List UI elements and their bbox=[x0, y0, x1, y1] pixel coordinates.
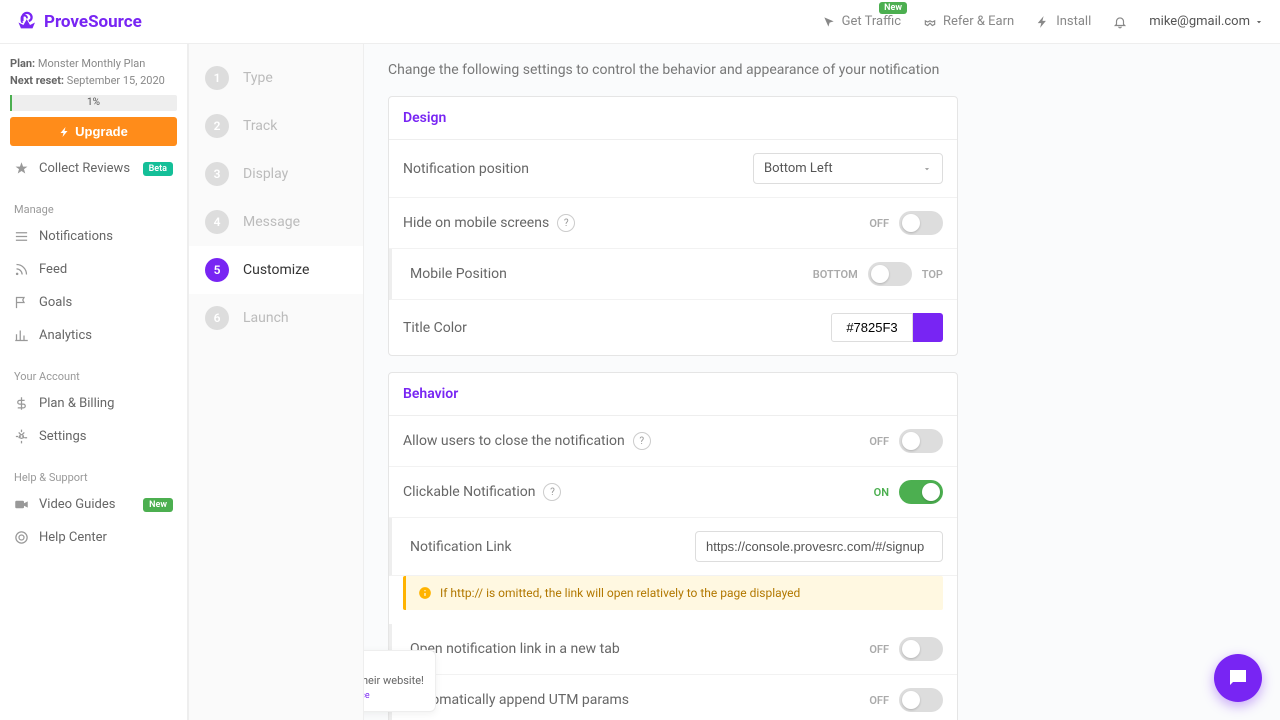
sidebar-item-help-center[interactable]: Help Center bbox=[6, 521, 181, 554]
cursor-icon bbox=[822, 15, 836, 29]
hide-mobile-toggle[interactable] bbox=[899, 211, 943, 235]
link-label: Notification Link bbox=[410, 539, 512, 555]
sidebar-item-collect-reviews[interactable]: Collect Reviews Beta bbox=[6, 152, 181, 185]
sidebar-section-help: Help & Support bbox=[6, 467, 181, 488]
plan-info: Plan: Monster Monthly Plan Next reset: S… bbox=[10, 56, 177, 89]
sidebar-item-video-guides[interactable]: Video Guides New bbox=[6, 488, 181, 521]
refer-earn-link[interactable]: Refer & Earn bbox=[923, 14, 1014, 29]
info-icon bbox=[418, 586, 432, 600]
install-link[interactable]: Install bbox=[1036, 14, 1091, 29]
sidebar-item-notifications[interactable]: Notifications bbox=[6, 220, 181, 253]
sidebar-item-billing[interactable]: Plan & Billing bbox=[6, 387, 181, 420]
brand-name: ProveSource bbox=[44, 12, 142, 32]
page-intro: Change the following settings to control… bbox=[388, 62, 958, 78]
newtab-toggle[interactable] bbox=[899, 637, 943, 661]
dollar-icon bbox=[14, 396, 29, 411]
new-badge: New bbox=[143, 498, 173, 512]
step-launch[interactable]: 6Launch bbox=[189, 294, 363, 342]
step-track[interactable]: 2Track bbox=[189, 102, 363, 150]
hide-mobile-label: Hide on mobile screens bbox=[403, 215, 549, 231]
position-label: Notification position bbox=[403, 161, 529, 177]
allow-close-toggle[interactable] bbox=[899, 429, 943, 453]
allow-close-label: Allow users to close the notification bbox=[403, 433, 625, 449]
sidebar-section-manage: Manage bbox=[6, 199, 181, 220]
usage-progress: 1% bbox=[10, 95, 177, 111]
help-icon[interactable]: ? bbox=[543, 483, 561, 501]
clickable-toggle[interactable] bbox=[899, 480, 943, 504]
utm-toggle[interactable] bbox=[899, 688, 943, 712]
verified-badge: ProveSource bbox=[364, 691, 370, 701]
info-message: If http:// is omitted, the link will ope… bbox=[403, 576, 943, 610]
mobile-position-toggle[interactable] bbox=[868, 262, 912, 286]
behavior-panel: Behavior Allow users to close the notifi… bbox=[388, 372, 958, 720]
beta-badge: Beta bbox=[143, 162, 173, 176]
new-badge: New bbox=[879, 2, 907, 14]
chat-icon bbox=[1226, 666, 1250, 690]
sidebar-section-account: Your Account bbox=[6, 366, 181, 387]
mobile-position-label: Mobile Position bbox=[410, 266, 507, 282]
behavior-header: Behavior bbox=[389, 373, 957, 416]
newtab-label: Open notification link in a new tab bbox=[410, 641, 620, 657]
bolt-icon bbox=[1036, 15, 1050, 29]
title-color-label: Title Color bbox=[403, 320, 467, 336]
flag-icon bbox=[14, 295, 29, 310]
design-header: Design bbox=[389, 97, 957, 140]
utm-label: Automatically append UTM params bbox=[410, 692, 629, 708]
sidebar: Plan: Monster Monthly Plan Next reset: S… bbox=[0, 44, 188, 720]
upgrade-button[interactable]: Upgrade bbox=[10, 117, 177, 146]
chart-icon bbox=[14, 328, 29, 343]
help-icon[interactable]: ? bbox=[557, 214, 575, 232]
user-menu[interactable]: mike@gmail.com bbox=[1149, 14, 1264, 29]
clickable-label: Clickable Notification bbox=[403, 484, 535, 500]
wizard-steps: 1Type 2Track 3Display 4Message 5Customiz… bbox=[188, 44, 364, 720]
position-select[interactable]: Bottom Left bbox=[753, 153, 943, 184]
brand-logo[interactable]: ProveSource bbox=[16, 11, 142, 33]
gear-icon bbox=[14, 429, 29, 444]
sidebar-item-settings[interactable]: Settings bbox=[6, 420, 181, 453]
step-type[interactable]: 1Type bbox=[189, 54, 363, 102]
title-color-input[interactable] bbox=[831, 313, 913, 342]
preview-notification: London Mike added ProveSource to their w… bbox=[364, 650, 436, 712]
chevron-down-icon bbox=[1254, 17, 1264, 27]
bell-icon bbox=[1113, 15, 1127, 29]
sidebar-item-goals[interactable]: Goals bbox=[6, 286, 181, 319]
sidebar-item-analytics[interactable]: Analytics bbox=[6, 319, 181, 352]
step-customize[interactable]: 5Customize bbox=[189, 246, 363, 294]
bolt-icon bbox=[59, 126, 71, 138]
star-icon bbox=[14, 161, 29, 176]
color-swatch[interactable] bbox=[913, 313, 943, 342]
chat-widget-button[interactable] bbox=[1214, 654, 1262, 702]
menu-icon bbox=[14, 229, 29, 244]
design-panel: Design Notification position Bottom Left… bbox=[388, 96, 958, 356]
notifications-bell[interactable] bbox=[1113, 15, 1127, 29]
sidebar-item-feed[interactable]: Feed bbox=[6, 253, 181, 286]
notification-link-input[interactable] bbox=[695, 531, 943, 562]
get-traffic-link[interactable]: Get Traffic New bbox=[822, 14, 901, 29]
preview-area: Preview London Mike added ProveSource to… bbox=[364, 629, 436, 712]
step-message[interactable]: 4Message bbox=[189, 198, 363, 246]
chevron-down-icon bbox=[922, 164, 932, 174]
video-icon bbox=[14, 497, 29, 512]
handshake-icon bbox=[923, 15, 937, 29]
lifebuoy-icon bbox=[14, 530, 29, 545]
step-display[interactable]: 3Display bbox=[189, 150, 363, 198]
help-icon[interactable]: ? bbox=[633, 432, 651, 450]
preview-description: added ProveSource to their website! bbox=[364, 674, 427, 687]
rss-icon bbox=[14, 262, 29, 277]
top-header: ProveSource Get Traffic New Refer & Earn… bbox=[0, 0, 1280, 44]
